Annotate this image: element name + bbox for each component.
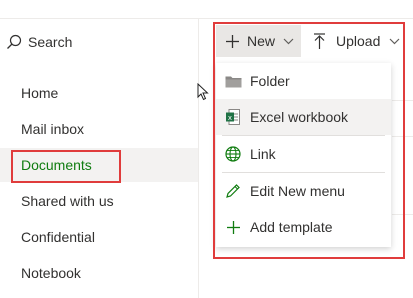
nav-item-notebook[interactable]: Notebook — [0, 256, 198, 290]
search-box[interactable]: Search — [6, 30, 72, 54]
nav-item-confidential[interactable]: Confidential — [0, 220, 198, 254]
nav-item-label: Confidential — [21, 229, 95, 245]
mouse-pointer-icon — [197, 83, 209, 101]
nav-item-label: Notebook — [21, 265, 81, 281]
nav-item-label: Shared with us — [21, 193, 114, 209]
nav-item-mail-inbox[interactable]: Mail inbox — [0, 112, 198, 146]
highlight-box-new-menu — [213, 22, 405, 259]
search-icon — [7, 34, 22, 49]
search-label: Search — [28, 34, 73, 50]
nav-item-label: Mail inbox — [21, 121, 85, 137]
nav-item-home[interactable]: Home — [0, 76, 198, 110]
nav-item-label: Home — [21, 85, 59, 101]
nav-item-shared-with-us[interactable]: Shared with us — [0, 184, 198, 218]
highlight-box-documents — [11, 150, 121, 183]
